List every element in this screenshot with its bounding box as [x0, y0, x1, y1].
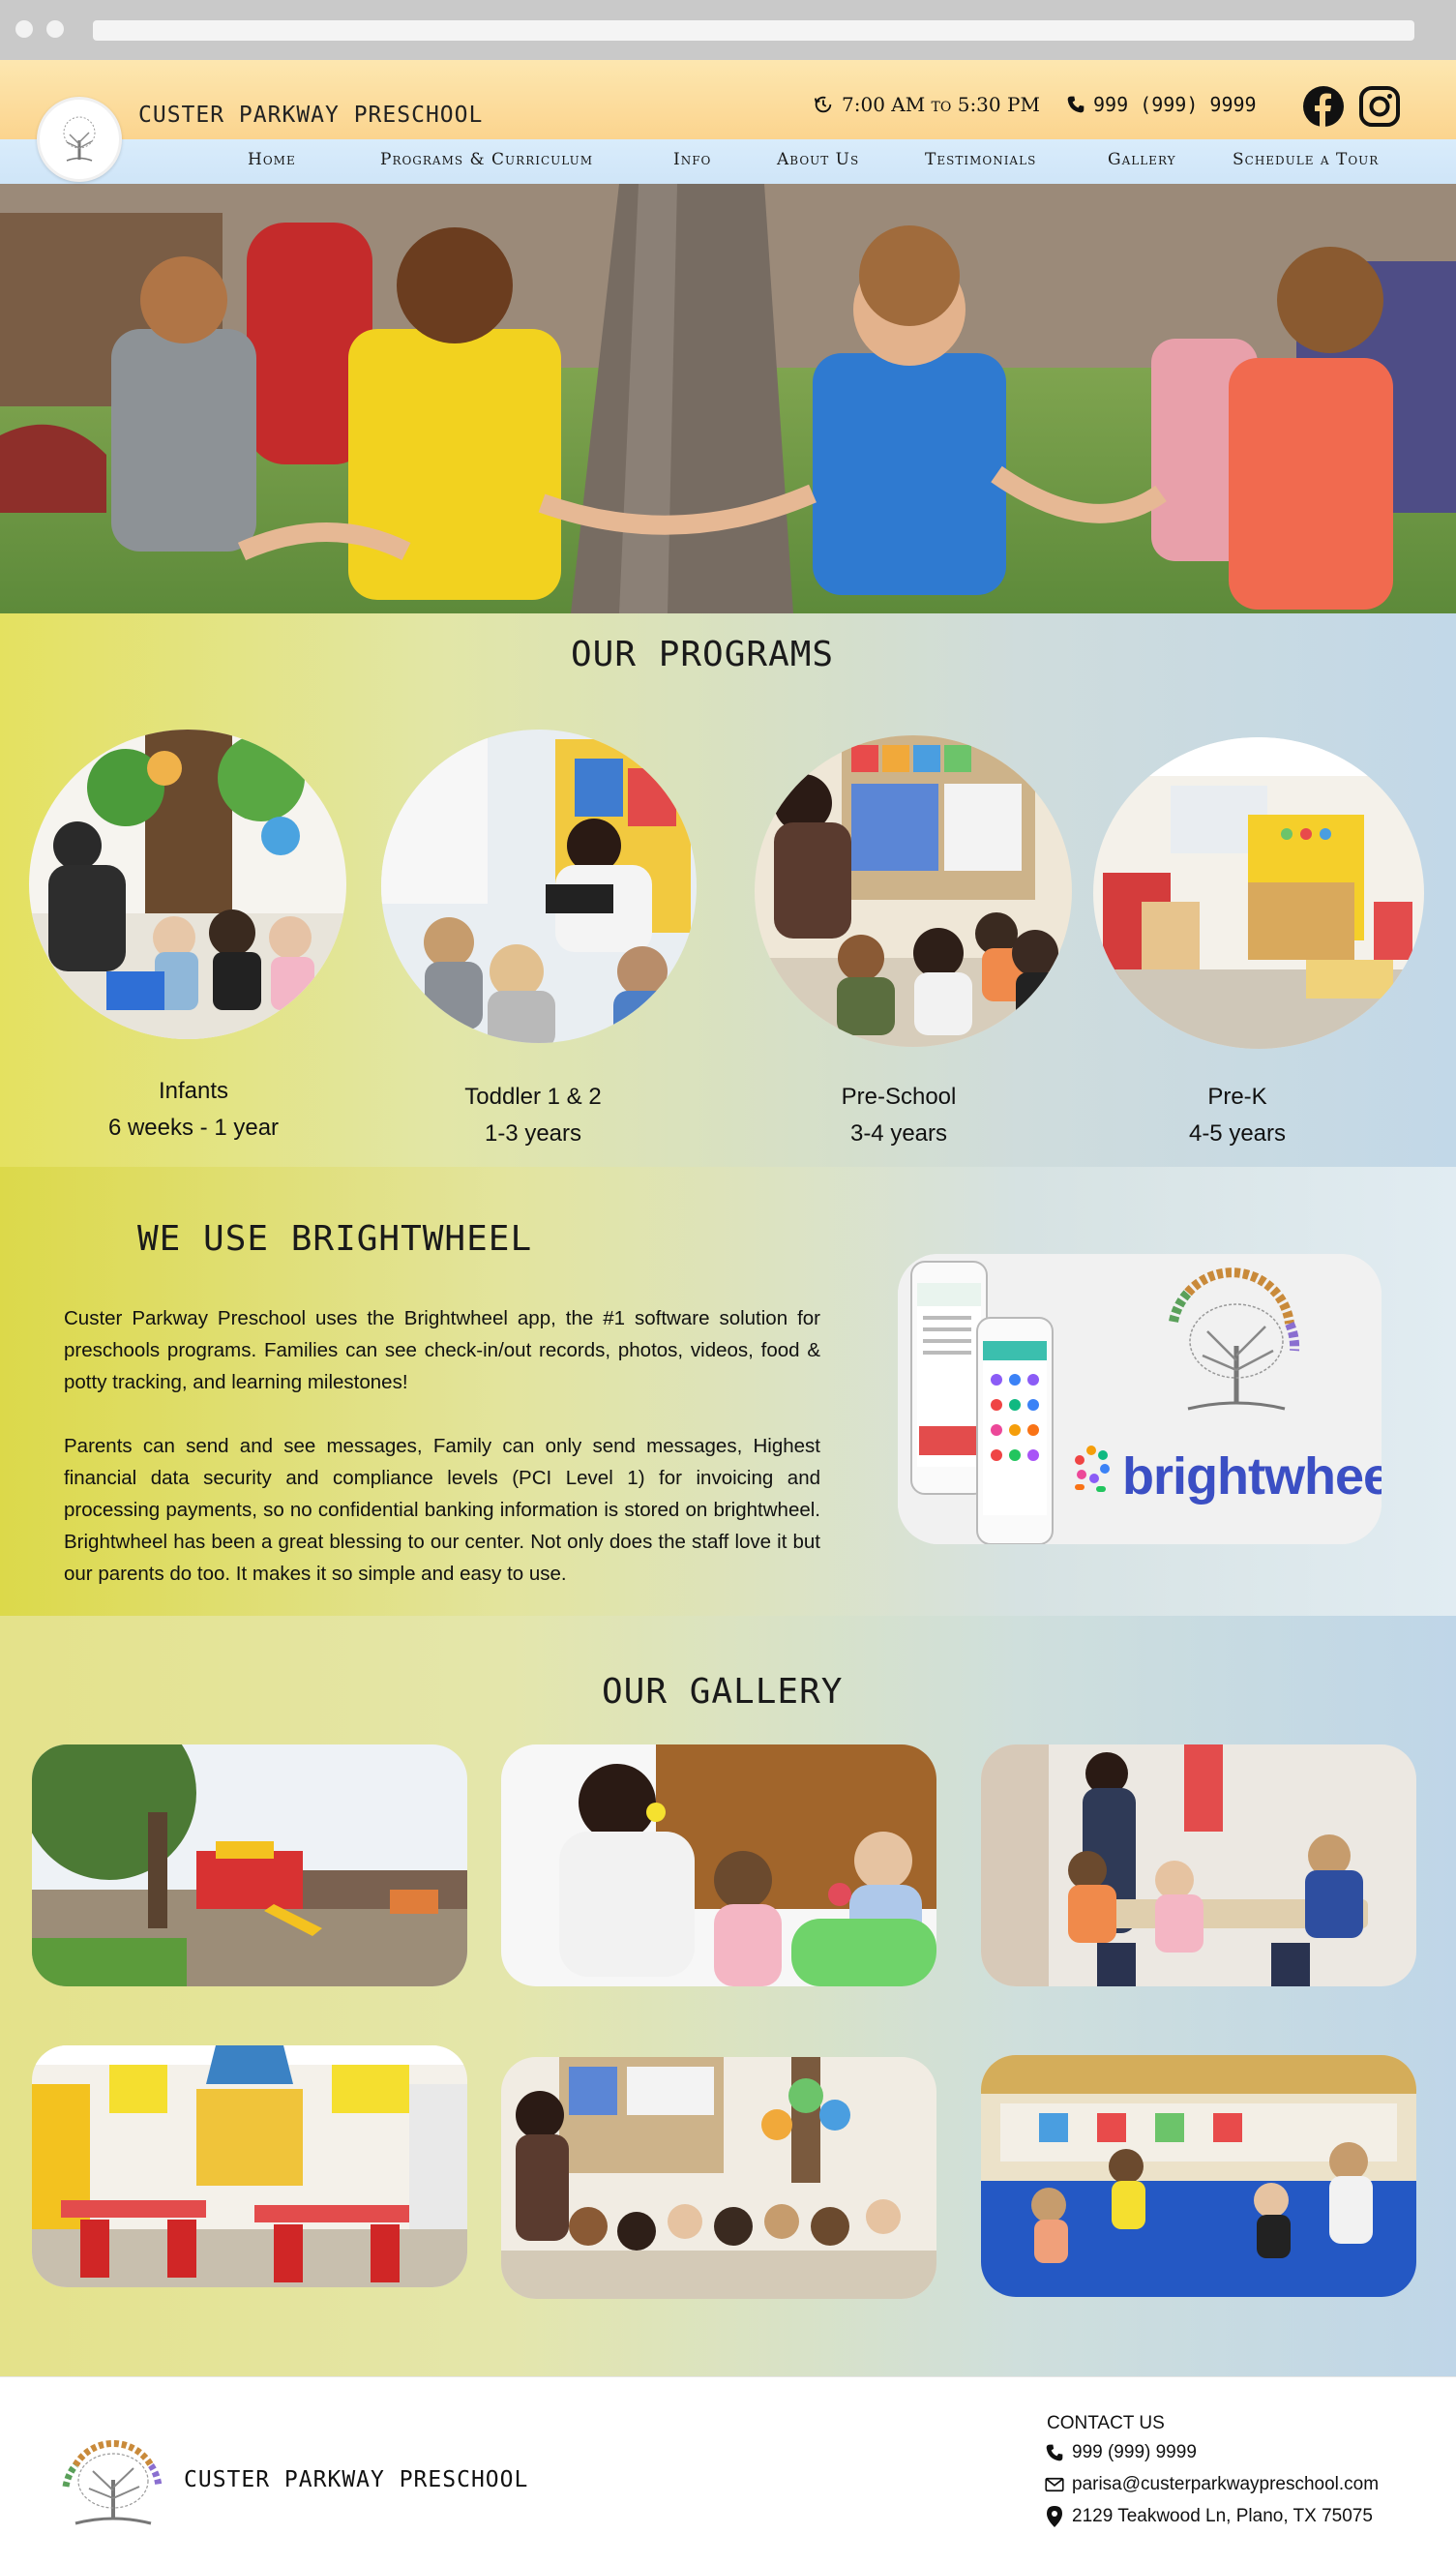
map-pin-icon [1047, 2506, 1062, 2527]
footer-email-text: parisa@custerparkwaypreschool.com [1072, 2474, 1380, 2494]
facebook-icon[interactable] [1302, 85, 1345, 128]
gallery-image-yoga[interactable] [981, 2055, 1416, 2297]
brightwheel-logo-text: brightwheel [1122, 1447, 1382, 1506]
nav-item-info[interactable]: Info [673, 150, 711, 169]
browser-chrome [0, 0, 1456, 60]
nav-item-testimonials[interactable]: Testimonials [925, 150, 1036, 169]
program-age: 6 weeks - 1 year [107, 1115, 280, 1141]
program-name: Pre-School [841, 1084, 957, 1110]
instagram-icon[interactable] [1358, 85, 1401, 128]
footer-phone[interactable]: 999 (999) 9999 [1045, 2442, 1197, 2463]
gallery-image-playground[interactable] [32, 1744, 467, 1986]
brightwheel-description: Custer Parkway Preschool uses the Bright… [64, 1302, 820, 1590]
window-dot[interactable] [15, 20, 33, 38]
brightwheel-paragraph-2: Parents can send and see messages, Famil… [64, 1435, 820, 1585]
nav-item-gallery[interactable]: Gallery [1108, 150, 1176, 169]
phone-icon [1067, 96, 1085, 113]
header-phone[interactable]: 999 (999) 9999 [1066, 93, 1257, 116]
programs-title: OUR PROGRAMS [571, 635, 835, 674]
nav-item-schedule-tour[interactable]: Schedule a Tour [1233, 150, 1379, 169]
program-label-toddler: Toddler 1 & 2 1-3 years [407, 1079, 659, 1152]
program-age: 4-5 years [1188, 1120, 1287, 1147]
hero-image [0, 184, 1456, 613]
brightwheel-title: WE USE BRIGHTWHEEL [137, 1219, 533, 1259]
hours-text: 7:00 AM to 5:30 PM [842, 93, 1040, 116]
program-name: Toddler 1 & 2 [464, 1084, 602, 1110]
program-image-prek[interactable] [1093, 737, 1424, 1049]
program-image-preschool[interactable] [755, 735, 1072, 1047]
program-label-infants: Infants 6 weeks - 1 year [68, 1073, 319, 1147]
footer-address[interactable]: 2129 Teakwood Ln, Plano, TX 75075 [1045, 2505, 1373, 2528]
footer-address-text: 2129 Teakwood Ln, Plano, TX 75075 [1072, 2506, 1373, 2526]
program-age: 1-3 years [484, 1120, 582, 1147]
header-phone-text: 999 (999) 9999 [1093, 93, 1257, 116]
gallery-image-circle-time[interactable] [501, 2057, 936, 2299]
program-name: Infants [158, 1078, 229, 1104]
nav-item-programs[interactable]: Programs & Curriculum [380, 150, 593, 169]
site-name[interactable]: Custer Parkway Preschool [138, 103, 483, 128]
nav-item-about[interactable]: About Us [777, 150, 859, 169]
footer-phone-text: 999 (999) 9999 [1072, 2442, 1197, 2462]
gallery-image-music-time[interactable] [501, 1744, 936, 1986]
main-nav: Home Programs & Curriculum Info About Us… [0, 139, 1456, 184]
gallery-title: OUR GALLERY [602, 1672, 844, 1712]
program-label-prek: Pre-K 4-5 years [1112, 1079, 1363, 1152]
phone-icon [1046, 2444, 1063, 2461]
window-dot[interactable] [46, 20, 64, 38]
program-label-preschool: Pre-School 3-4 years [773, 1079, 1025, 1152]
url-bar[interactable] [93, 20, 1414, 41]
history-clock-icon [814, 96, 832, 113]
program-image-infants[interactable] [29, 730, 346, 1039]
email-icon [1045, 2477, 1064, 2492]
gallery-image-classroom-table[interactable] [981, 1744, 1416, 1986]
program-image-toddler[interactable] [381, 730, 697, 1043]
site-logo[interactable] [37, 97, 122, 182]
nav-item-home[interactable]: Home [248, 150, 296, 169]
program-name: Pre-K [1207, 1084, 1267, 1110]
footer-email[interactable]: parisa@custerparkwaypreschool.com [1045, 2474, 1379, 2495]
footer-logo-icon[interactable] [56, 2427, 170, 2533]
program-age: 3-4 years [849, 1120, 948, 1147]
brightwheel-promo-image[interactable]: brightwheel [898, 1254, 1382, 1544]
opening-hours: 7:00 AM to 5:30 PM [813, 93, 1040, 116]
gallery-image-classroom-room[interactable] [32, 2045, 467, 2287]
contact-title: CONTACT US [1047, 2413, 1165, 2433]
tree-logo-icon [47, 107, 111, 171]
brightwheel-paragraph-1: Custer Parkway Preschool uses the Bright… [64, 1307, 820, 1393]
footer-site-name[interactable]: CUSTER PARKWAY PRESCHOOL [184, 2467, 528, 2492]
